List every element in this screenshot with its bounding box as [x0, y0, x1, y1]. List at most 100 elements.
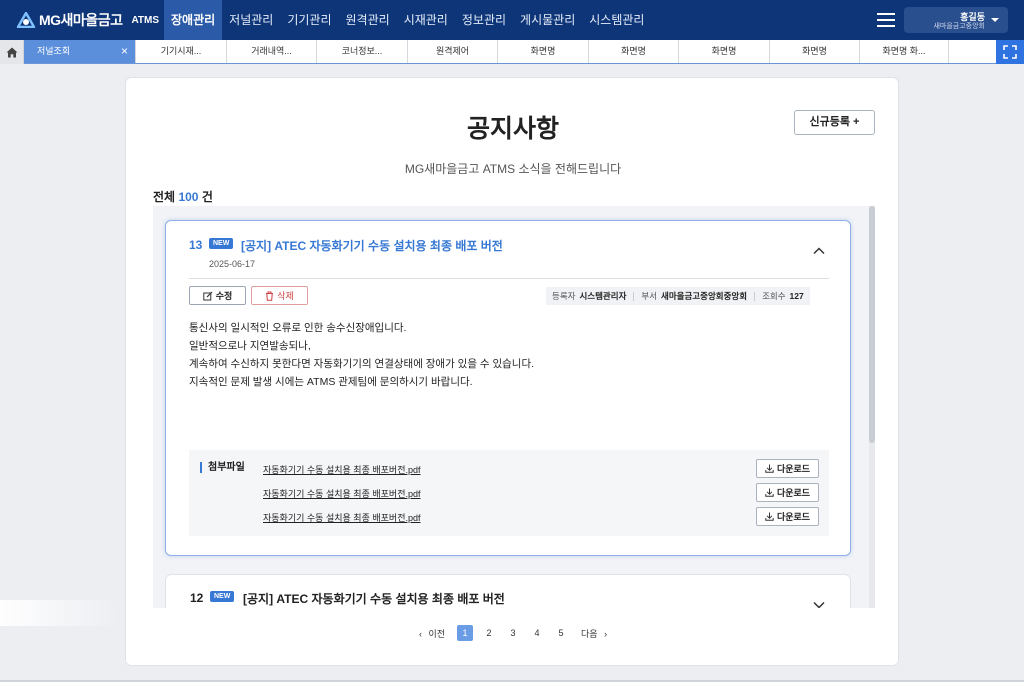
top-navigation: MG새마을금고 ATMS 장애관리 저널관리 기기관리 원격관리 시재관리 정보…	[0, 0, 1024, 40]
download-button[interactable]: 다운로드	[756, 459, 819, 478]
views-label: 조회수	[762, 291, 786, 301]
tab-journal-search[interactable]: 저널조회 ×	[24, 40, 136, 63]
body-line: 지속적인 문제 발생 시에는 ATMS 관제팀에 문의하시기 바랍니다.	[189, 376, 473, 388]
menu-fault-management[interactable]: 장애관리	[164, 0, 223, 40]
attachment-link[interactable]: 자동화기기 수동 설치용 최종 배포버전.pdf	[263, 511, 421, 524]
menu-info-management[interactable]: 정보관리	[455, 0, 513, 40]
prev-page-button[interactable]: ‹ 이전	[419, 627, 449, 640]
download-button[interactable]: 다운로드	[756, 507, 819, 526]
pagination: ‹ 이전 1 2 3 4 5 다음 ›	[126, 625, 900, 641]
download-icon	[765, 464, 774, 473]
edit-icon	[203, 291, 213, 300]
tab-transaction-history[interactable]: 거래내역...	[227, 40, 317, 63]
scrollbar[interactable]	[869, 206, 875, 608]
menu-device-management[interactable]: 기기관리	[280, 0, 338, 40]
new-post-button[interactable]: 신규등록 +	[794, 110, 875, 135]
scrollbar-thumb[interactable]	[869, 206, 875, 443]
notice-title[interactable]: [공지] ATEC 자동화기기 수동 설치용 최종 배포 버전	[241, 237, 503, 254]
page-5[interactable]: 5	[553, 625, 569, 641]
page-2[interactable]: 2	[481, 625, 497, 641]
home-tab[interactable]	[0, 40, 24, 64]
download-label: 다운로드	[776, 488, 811, 498]
fullscreen-button[interactable]	[996, 40, 1024, 64]
total-prefix: 전체	[153, 190, 176, 204]
background-decoration	[0, 600, 120, 626]
menu-journal-management[interactable]: 저널관리	[222, 0, 280, 40]
page-4[interactable]: 4	[529, 625, 545, 641]
tab-screen-5[interactable]: 화면명 화...	[860, 40, 949, 63]
brand-logo[interactable]: MG새마을금고 ATMS	[16, 10, 164, 30]
main-menu: 장애관리 저널관리 기기관리 원격관리 시재관리 정보관리 게시물관리 시스템관…	[164, 0, 651, 40]
new-badge: NEW	[210, 591, 235, 602]
total-suffix: 건	[201, 190, 213, 204]
total-count-value: 100	[178, 190, 199, 204]
notice-number: 13	[189, 238, 203, 252]
views-value: 127	[789, 291, 804, 301]
system-name: ATMS	[131, 14, 160, 26]
close-icon[interactable]: ×	[121, 40, 128, 63]
hamburger-icon[interactable]	[877, 13, 895, 27]
notice-item-collapsed[interactable]: 12 NEW [공지] ATEC 자동화기기 수동 설치용 최종 배포 버전	[165, 574, 851, 608]
notice-body: 통신사의 일시적인 오류로 인한 송수신장애입니다. 일반적으로나 지연발송되나…	[189, 319, 534, 391]
trash-icon	[266, 291, 274, 301]
divider	[189, 278, 829, 279]
total-count: 전체 100 건	[153, 188, 213, 205]
page-subtitle: MG새마을금고 ATMS 소식을 전해드립니다	[404, 162, 622, 176]
user-menu[interactable]: 홍길동 새마을금고중앙회	[904, 7, 1008, 33]
user-org: 새마을금고중앙회	[933, 23, 985, 30]
author-label: 등록자	[552, 291, 576, 301]
download-label: 다운로드	[776, 512, 811, 522]
tab-screen-3[interactable]: 화면명	[679, 40, 770, 63]
attachment-link[interactable]: 자동화기기 수동 설치용 최종 배포버전.pdf	[263, 463, 421, 476]
delete-label: 삭제	[277, 291, 294, 301]
caret-down-icon	[991, 18, 999, 22]
prev-label: 이전	[428, 628, 445, 639]
menu-remote-management[interactable]: 원격관리	[339, 0, 397, 40]
attachments-section: 첨부파일 자동화기기 수동 설치용 최종 배포버전.pdf 다운로드 자동화기기…	[189, 450, 829, 536]
body-line: 통신사의 일시적인 오류로 인한 송수신장애입니다.	[189, 322, 407, 334]
delete-button[interactable]: 삭제	[251, 286, 308, 305]
page-title: 공지사항	[466, 115, 559, 143]
next-page-button[interactable]: 다음 ›	[577, 627, 607, 640]
dept-label: 부서	[641, 291, 658, 301]
tab-screen-2[interactable]: 화면명	[589, 40, 679, 63]
chevron-up-icon[interactable]	[813, 245, 825, 257]
logo-icon	[16, 12, 36, 28]
tab-label: 저널조회	[37, 46, 71, 56]
author-value: 시스템관리자	[579, 291, 627, 301]
download-icon	[765, 488, 774, 497]
download-icon	[765, 512, 774, 521]
menu-board-management[interactable]: 게시물관리	[513, 0, 582, 40]
notice-meta: 등록자 시스템관리자 부서 새마을금고중앙회중앙회 조회수 127	[546, 287, 810, 305]
tab-screen-1[interactable]: 화면명	[498, 40, 589, 63]
notice-date: 2025-06-17	[209, 259, 256, 269]
download-button[interactable]: 다운로드	[756, 483, 819, 502]
new-badge: NEW	[209, 238, 234, 249]
download-label: 다운로드	[776, 464, 811, 474]
attachment-label: 첨부파일	[200, 462, 245, 473]
notice-title[interactable]: [공지] ATEC 자동화기기 수동 설치용 최종 배포 버전	[243, 590, 505, 607]
dept-value: 새마을금고중앙회중앙회	[661, 291, 748, 301]
edit-label: 수정	[215, 291, 233, 301]
tab-corner-info[interactable]: 코너정보...	[317, 40, 408, 63]
attachment-link[interactable]: 자동화기기 수동 설치용 최종 배포버전.pdf	[263, 487, 421, 500]
tab-device-cash[interactable]: 기기시재...	[136, 40, 227, 63]
notice-list[interactable]: 13 NEW [공지] ATEC 자동화기기 수동 설치용 최종 배포 버전 2…	[153, 206, 875, 608]
body-line: 계속하여 수신하지 못한다면 자동화기기의 연결상태에 장애가 있을 수 있습니…	[189, 358, 535, 370]
notice-board-card: 공지사항 신규등록 + MG새마을금고 ATMS 소식을 전해드립니다 전체 1…	[125, 77, 899, 666]
next-label: 다음	[581, 628, 598, 639]
page-1[interactable]: 1	[457, 625, 473, 641]
notice-number: 12	[190, 591, 204, 605]
tab-remote-control[interactable]: 원격제어	[408, 40, 498, 63]
edit-button[interactable]: 수정	[189, 286, 246, 305]
body-line: 일반적으로나 지연발송되나,	[189, 340, 311, 352]
menu-cash-management[interactable]: 시재관리	[397, 0, 455, 40]
menu-system-management[interactable]: 시스템관리	[582, 0, 651, 40]
chevron-down-icon[interactable]	[813, 599, 825, 608]
page-3[interactable]: 3	[505, 625, 521, 641]
tab-screen-4[interactable]: 화면명	[770, 40, 860, 63]
brand-name: MG새마을금고	[39, 12, 123, 28]
home-icon	[6, 47, 17, 57]
open-tabs-bar: 저널조회 × 기기시재... 거래내역... 코너정보... 원격제어 화면명 …	[0, 40, 1024, 64]
notice-item-expanded[interactable]: 13 NEW [공지] ATEC 자동화기기 수동 설치용 최종 배포 버전 2…	[165, 220, 851, 556]
